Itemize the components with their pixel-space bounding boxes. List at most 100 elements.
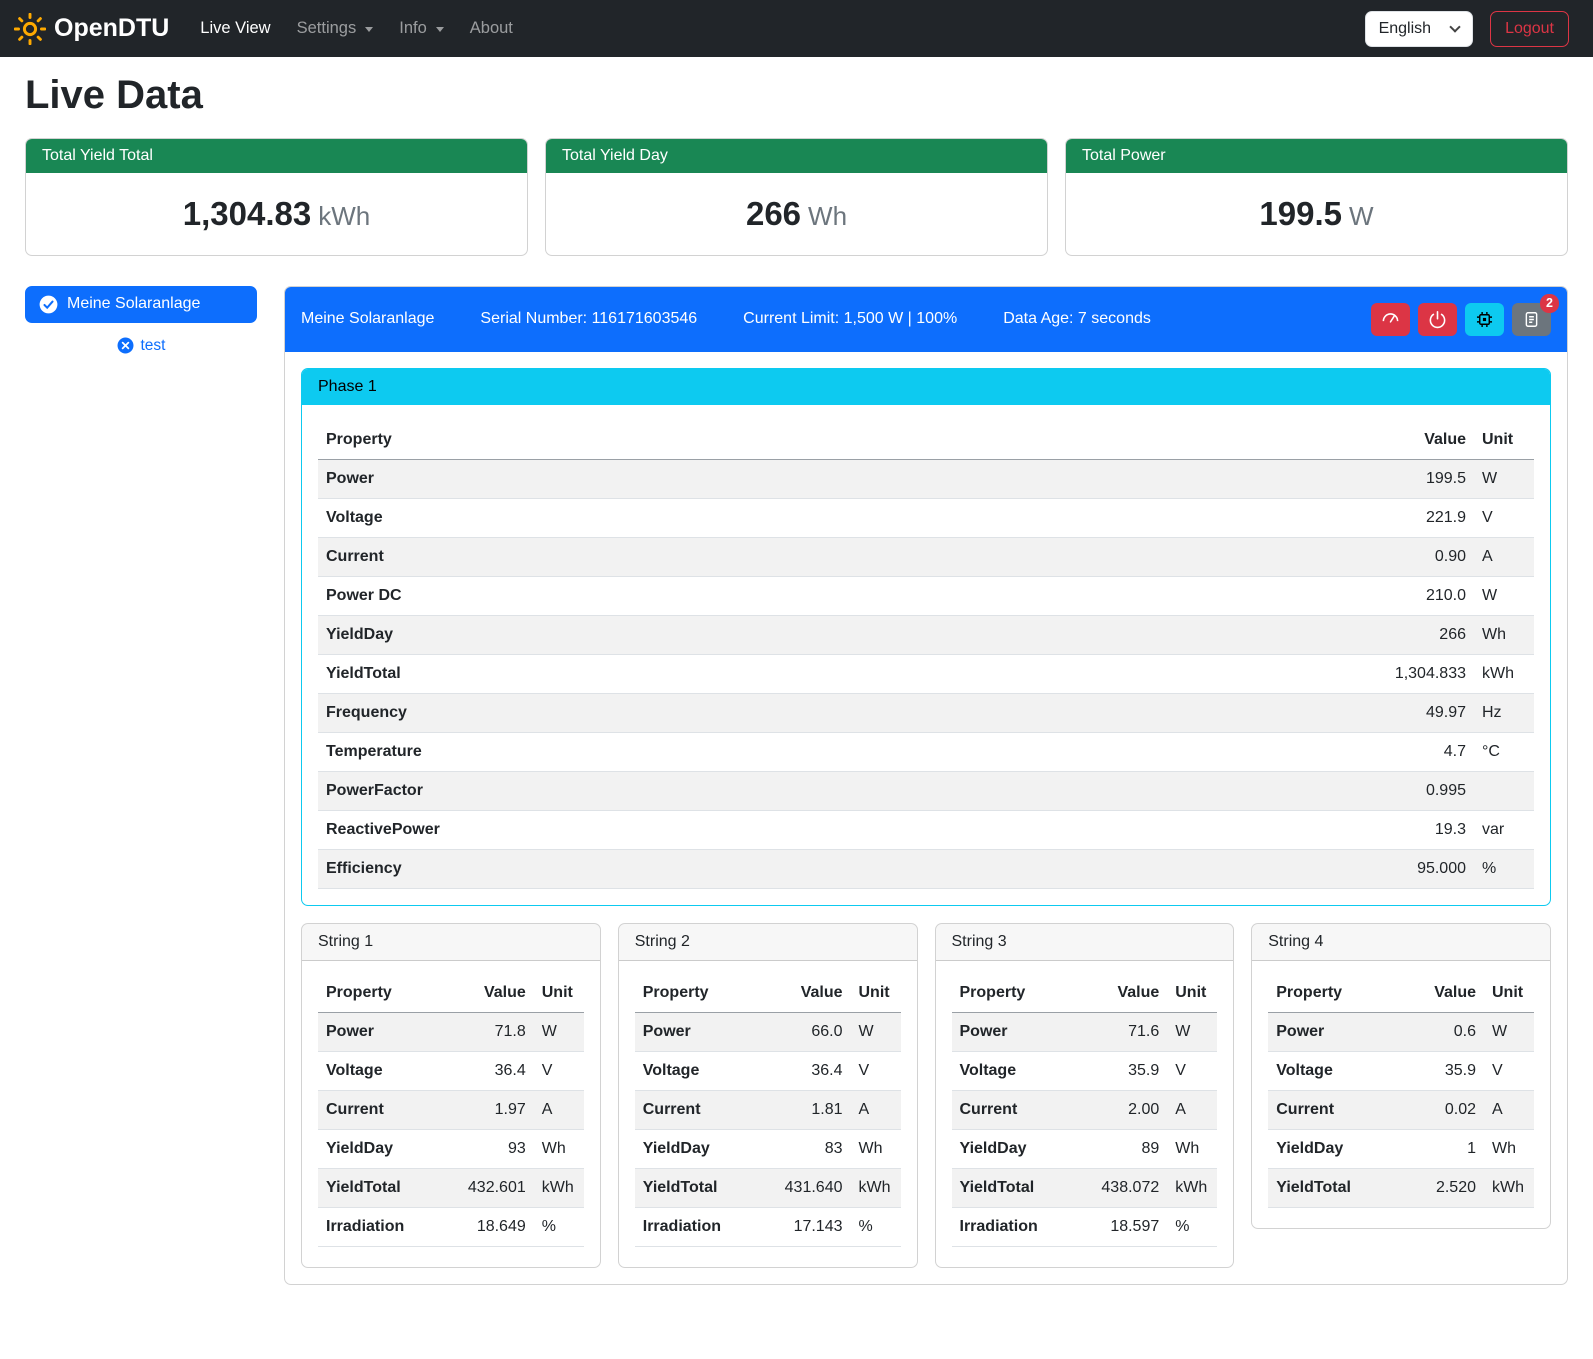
string-table: Property Value Unit Power [1268, 974, 1534, 1208]
row-property: Current [635, 1090, 773, 1129]
string-card-4: String 4 Property Value Unit [1251, 923, 1551, 1229]
logout-button[interactable]: Logout [1490, 11, 1569, 47]
row-unit [1474, 771, 1534, 810]
power-toggle-button[interactable] [1418, 303, 1457, 336]
table-row: YieldDay 1 Wh [1268, 1129, 1534, 1168]
summary-card-body: 266Wh [546, 173, 1047, 255]
phase-card: Phase 1 Property Value Unit [301, 368, 1551, 906]
row-value: 35.9 [1089, 1051, 1167, 1090]
table-row: Frequency 49.97 Hz [318, 693, 1534, 732]
column-value: Value [1406, 974, 1484, 1013]
row-unit: V [1167, 1051, 1217, 1090]
inverter-panel-header: Meine Solaranlage Serial Number: 1161716… [285, 287, 1567, 352]
row-value: 35.9 [1406, 1051, 1484, 1090]
row-value: 0.90 [1354, 537, 1474, 576]
row-unit: V [534, 1051, 584, 1090]
row-value: 210.0 [1354, 576, 1474, 615]
table-row: Power DC 210.0 W [318, 576, 1534, 615]
language-select[interactable]: English [1365, 11, 1473, 47]
row-property: Current [318, 537, 1354, 576]
summary-unit: Wh [808, 201, 847, 231]
row-property: Power [1268, 1012, 1406, 1051]
row-value: 17.143 [773, 1207, 851, 1246]
inverter-item-test[interactable]: test [25, 337, 257, 355]
row-property: Voltage [318, 1051, 456, 1090]
string-card-body: Property Value Unit Power [302, 961, 600, 1267]
inverter-data-age: Data Age: 7 seconds [1003, 310, 1151, 328]
row-property: Frequency [318, 693, 1354, 732]
strings-row: String 1 Property Value Unit [301, 923, 1551, 1268]
nav-item-live-view[interactable]: Live View [187, 11, 283, 46]
summary-card-total-yield-total: Total Yield Total 1,304.83kWh [25, 138, 528, 256]
summary-cards-row: Total Yield Total 1,304.83kWh Total Yiel… [25, 138, 1568, 256]
summary-card-total-power: Total Power 199.5W [1065, 138, 1568, 256]
nav-item-info[interactable]: Info [386, 11, 457, 46]
nav-info-label: Info [399, 19, 427, 38]
table-row: Current 1.97 A [318, 1090, 584, 1129]
device-info-button[interactable] [1465, 303, 1504, 336]
row-unit: kWh [1474, 654, 1534, 693]
inverter-select-button[interactable]: Meine Solaranlage [25, 286, 257, 323]
row-value: 221.9 [1354, 498, 1474, 537]
string-card-body: Property Value Unit Power [1252, 961, 1550, 1228]
row-property: YieldDay [318, 615, 1354, 654]
row-unit: kWh [1167, 1168, 1217, 1207]
row-unit: °C [1474, 732, 1534, 771]
row-unit: A [1474, 537, 1534, 576]
row-property: YieldTotal [952, 1168, 1090, 1207]
table-row: Irradiation 18.649 % [318, 1207, 584, 1246]
string-card-3: String 3 Property Value Unit [935, 923, 1235, 1268]
row-property: Power [318, 1012, 456, 1051]
row-value: 71.6 [1089, 1012, 1167, 1051]
limit-settings-button[interactable] [1371, 303, 1410, 336]
row-property: ReactivePower [318, 810, 1354, 849]
table-header-row: Property Value Unit [635, 974, 901, 1013]
row-value: 18.649 [456, 1207, 534, 1246]
row-property: Power DC [318, 576, 1354, 615]
column-value: Value [773, 974, 851, 1013]
row-unit: W [534, 1012, 584, 1051]
nav-links: Live View Settings Info About [187, 11, 1364, 46]
table-row: Power 71.6 W [952, 1012, 1218, 1051]
row-unit: W [1167, 1012, 1217, 1051]
inverter-panel: Meine Solaranlage Serial Number: 1161716… [284, 286, 1568, 1285]
phase-card-title: Phase 1 [302, 369, 1550, 405]
row-unit: % [1167, 1207, 1217, 1246]
string-card-body: Property Value Unit Power [619, 961, 917, 1267]
nav-item-about[interactable]: About [457, 11, 526, 46]
table-row: YieldDay 93 Wh [318, 1129, 584, 1168]
summary-card-title: Total Power [1066, 139, 1567, 173]
table-row: Current 0.02 A [1268, 1090, 1534, 1129]
inverter-sidebar: Meine Solaranlage test [25, 286, 257, 355]
row-value: 0.6 [1406, 1012, 1484, 1051]
column-property: Property [952, 974, 1090, 1013]
page-title: Live Data [25, 73, 1568, 118]
summary-unit: W [1349, 201, 1374, 231]
row-property: PowerFactor [318, 771, 1354, 810]
string-table: Property Value Unit Power [952, 974, 1218, 1247]
x-circle-icon [117, 337, 134, 354]
table-row: Power 199.5 W [318, 459, 1534, 498]
row-value: 0.995 [1354, 771, 1474, 810]
row-value: 95.000 [1354, 849, 1474, 888]
brand-link[interactable]: OpenDTU [14, 13, 169, 45]
row-value: 49.97 [1354, 693, 1474, 732]
table-row: Current 1.81 A [635, 1090, 901, 1129]
table-row: PowerFactor 0.995 [318, 771, 1534, 810]
event-log-button[interactable]: 2 [1512, 303, 1551, 336]
chevron-down-icon [436, 27, 444, 32]
row-value: 266 [1354, 615, 1474, 654]
column-unit: Unit [534, 974, 584, 1013]
phase-card-body: Property Value Unit Power [302, 405, 1550, 905]
row-value: 1.97 [456, 1090, 534, 1129]
inverter-test-label: test [141, 337, 166, 355]
table-row: YieldTotal 1,304.833 kWh [318, 654, 1534, 693]
table-row: Irradiation 17.143 % [635, 1207, 901, 1246]
inverter-panel-body: Phase 1 Property Value Unit [285, 352, 1567, 1284]
chevron-down-icon [365, 27, 373, 32]
table-row: YieldDay 83 Wh [635, 1129, 901, 1168]
string-card-title: String 2 [619, 924, 917, 961]
summary-value: 1,304.83 [183, 195, 311, 232]
row-unit: Wh [851, 1129, 901, 1168]
nav-item-settings[interactable]: Settings [284, 11, 387, 46]
